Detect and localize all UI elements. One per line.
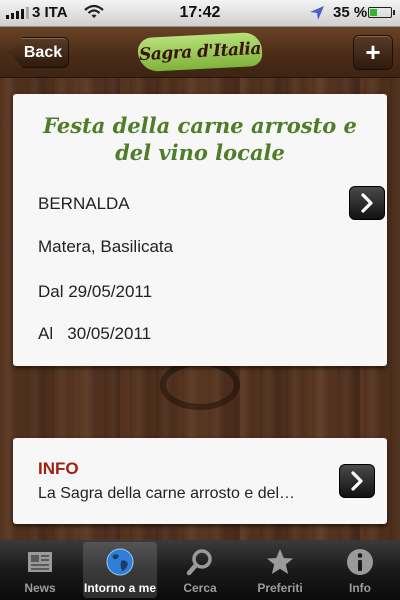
app-logo: Sagra d'Italia xyxy=(137,31,263,73)
event-region: Matera, Basilicata xyxy=(38,237,174,256)
event-end-date: Al 30/05/2011 xyxy=(38,324,152,343)
tab-label: Preferiti xyxy=(257,581,303,595)
tab-intorno-a-me[interactable]: Intorno a me xyxy=(83,542,157,598)
globe-icon xyxy=(106,548,134,576)
battery-percentage: 35 % xyxy=(333,4,368,21)
tab-label: Intorno a me xyxy=(83,581,156,595)
info-detail-button[interactable] xyxy=(339,464,375,498)
location-arrow-icon xyxy=(310,6,324,20)
back-button[interactable]: Back xyxy=(9,37,69,68)
info-card[interactable]: INFO La Sagra della carne arrosto e del… xyxy=(13,438,387,524)
event-title: Festa della carne arrosto e del vino loc… xyxy=(43,113,357,165)
add-button[interactable]: + xyxy=(353,35,393,70)
tab-bar: News Intorno a me Cerca Preferiti Info xyxy=(0,540,400,600)
event-town: BERNALDA xyxy=(38,194,130,213)
event-start-date: Dal 29/05/2011 xyxy=(38,282,153,301)
newspaper-icon xyxy=(28,552,52,572)
logo-text: Sagra d'Italia xyxy=(138,38,262,66)
tab-label: Cerca xyxy=(183,581,217,595)
event-details-card: Festa della carne arrosto e del vino loc… xyxy=(13,94,387,366)
wood-knot-decoration xyxy=(160,360,240,410)
status-bar: 3 ITA 17:42 35 % xyxy=(0,0,400,27)
tab-preferiti[interactable]: Preferiti xyxy=(243,542,317,598)
chevron-right-icon xyxy=(361,193,373,213)
star-icon xyxy=(267,549,293,574)
tab-news[interactable]: News xyxy=(3,542,77,598)
town-detail-button[interactable] xyxy=(349,186,385,220)
chevron-right-icon xyxy=(351,471,363,491)
battery-icon xyxy=(368,7,395,18)
battery-level xyxy=(370,9,377,16)
info-preview-text: La Sagra della carne arrosto e del… xyxy=(38,485,296,502)
info-heading: INFO xyxy=(38,459,79,478)
tab-label: News xyxy=(24,581,56,595)
tab-label: Info xyxy=(349,581,371,595)
search-icon xyxy=(186,549,212,576)
tab-info[interactable]: Info xyxy=(323,542,397,598)
tab-cerca[interactable]: Cerca xyxy=(163,542,237,598)
info-icon xyxy=(347,549,373,575)
navigation-bar: Back Sagra d'Italia + xyxy=(0,27,400,78)
